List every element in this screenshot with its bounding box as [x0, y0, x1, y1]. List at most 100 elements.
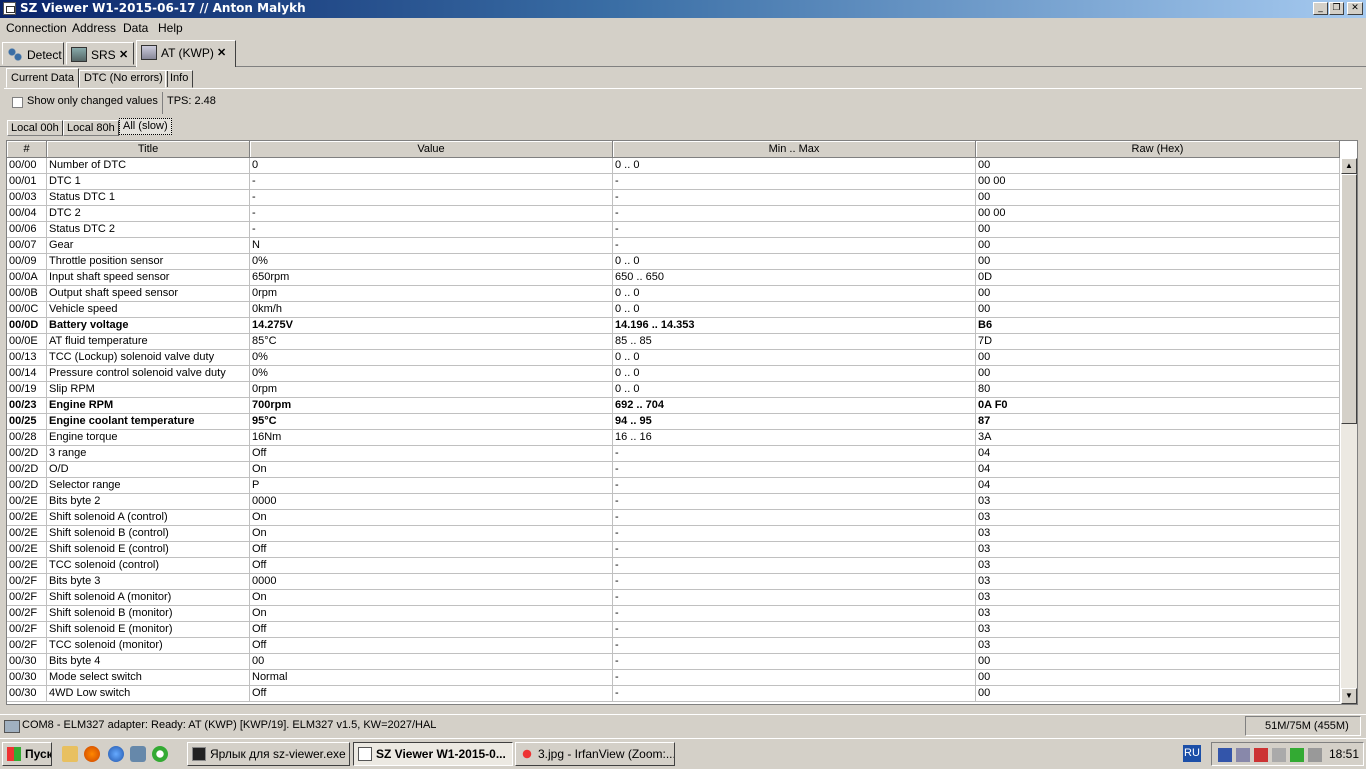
table-row[interactable]: 00/2E Shift solenoid A (control) On -03 — [7, 510, 1340, 526]
ie-icon[interactable] — [108, 746, 124, 762]
table-row[interactable]: 00/14 Pressure control solenoid valve dut… — [7, 366, 1340, 382]
scroll-down-icon[interactable]: ▼ — [1341, 688, 1357, 704]
cell-id: 00/0C — [7, 302, 47, 318]
close-button[interactable]: ✕ — [1347, 2, 1363, 15]
table-row[interactable]: 00/0A Input shaft speed sensor 650rpm 650 .… — [7, 270, 1340, 286]
table-row[interactable]: 00/2E Bits byte 2 0000-03 — [7, 494, 1340, 510]
table-row[interactable]: 00/0D Battery voltage 14.275V 14.196 .. 14.… — [7, 318, 1340, 334]
minimize-button[interactable]: _ — [1313, 2, 1328, 15]
table-row[interactable]: 00/2D Selector range P -04 — [7, 478, 1340, 494]
memory-panel: 51M/75M (455M) — [1245, 716, 1361, 736]
table-row[interactable]: 00/2F Shift solenoid A (monitor) On -03 — [7, 590, 1340, 606]
tray-display-icon[interactable] — [1272, 748, 1286, 762]
start-button[interactable]: Пуск — [2, 742, 52, 766]
cell-raw: 00 — [976, 254, 1340, 270]
table-row[interactable]: 00/0C Vehicle speed 0km/h 0 .. 0 00 — [7, 302, 1340, 318]
table-row[interactable]: 00/01 DTC 1- -00 00 — [7, 174, 1340, 190]
table-row[interactable]: 00/09 Throttle position sensor 0% 0 .. 0 00 — [7, 254, 1340, 270]
scroll-thumb[interactable] — [1341, 174, 1357, 424]
cell-minmax: - — [613, 526, 976, 542]
window-title: SZ Viewer W1-2015-06-17 // Anton Malykh — [20, 1, 306, 15]
col-header-value[interactable]: Value — [250, 141, 613, 158]
cell-value: Off — [250, 622, 613, 638]
table-row[interactable]: 00/19 Slip RPM 0rpm 0 .. 0 80 — [7, 382, 1340, 398]
cell-title: Shift solenoid A (monitor) — [47, 590, 250, 606]
close-tab-srs-icon[interactable]: ✕ — [119, 48, 128, 61]
table-row[interactable]: 00/04 DTC 2- -00 00 — [7, 206, 1340, 222]
show-changed-checkbox[interactable] — [12, 97, 23, 108]
table-row[interactable]: 00/2E Shift solenoid E (control) Off -03 — [7, 542, 1340, 558]
tray-volume-icon[interactable] — [1308, 748, 1322, 762]
table-row[interactable]: 00/00 Number of DTC 0 0 .. 0 00 — [7, 158, 1340, 174]
cell-minmax: - — [613, 622, 976, 638]
cell-raw: 03 — [976, 558, 1340, 574]
cell-value: 85°C — [250, 334, 613, 350]
cell-title: Pressure control solenoid valve duty — [47, 366, 250, 382]
table-row[interactable]: 00/2D O/D On -04 — [7, 462, 1340, 478]
tray-safe-remove-icon[interactable] — [1290, 748, 1304, 762]
explorer-icon[interactable] — [130, 746, 146, 762]
menu-address[interactable]: Address — [72, 21, 116, 35]
table-row[interactable]: 00/23 Engine RPM 700rpm 692 .. 704 0A F0 — [7, 398, 1340, 414]
language-indicator[interactable]: RU — [1183, 745, 1201, 762]
cell-minmax: 0 .. 0 — [613, 158, 976, 174]
table-row[interactable]: 00/06 Status DTC 2- -00 — [7, 222, 1340, 238]
media-player-icon[interactable] — [152, 746, 168, 762]
app-icon[interactable] — [3, 2, 16, 15]
tray-blocked-icon[interactable] — [1254, 748, 1268, 762]
tray-device-icon[interactable] — [1236, 748, 1250, 762]
col-header-id[interactable]: # — [7, 141, 47, 158]
tab-at-kwp[interactable]: AT (KWP) ✕ — [136, 40, 236, 67]
table-row[interactable]: 00/2F Bits byte 3 0000-03 — [7, 574, 1340, 590]
cell-minmax: - — [613, 654, 976, 670]
tray-network-icon[interactable] — [1218, 748, 1232, 762]
cell-title: Bits byte 4 — [47, 654, 250, 670]
table-row[interactable]: 00/30 Mode select switch Normal -00 — [7, 670, 1340, 686]
firefox-icon[interactable] — [84, 746, 100, 762]
table-row[interactable]: 00/2E TCC solenoid (control) Off -03 — [7, 558, 1340, 574]
cell-title: Shift solenoid B (monitor) — [47, 606, 250, 622]
table-row[interactable]: 00/30 Bits byte 4 00-00 — [7, 654, 1340, 670]
data-grid[interactable]: # Title Value Min .. Max Raw (Hex) 00/00… — [6, 140, 1358, 705]
maximize-button[interactable]: ❐ — [1329, 2, 1344, 15]
table-row[interactable]: 00/0B Output shaft speed sensor 0rpm 0 .. 0… — [7, 286, 1340, 302]
table-row[interactable]: 00/2D 3 range Off -04 — [7, 446, 1340, 462]
table-row[interactable]: 00/03 Status DTC 1- -00 — [7, 190, 1340, 206]
cell-value: On — [250, 606, 613, 622]
table-row[interactable]: 00/30 4WD Low switch Off -00 — [7, 686, 1340, 702]
vertical-scrollbar[interactable]: ▲ ▼ — [1341, 158, 1357, 704]
tab-all-slow[interactable]: All (slow) — [119, 118, 172, 135]
tab-local-80h[interactable]: Local 80h — [63, 120, 119, 136]
tab-srs[interactable]: SRS ✕ — [66, 42, 134, 65]
tab-detect[interactable]: Detect — [2, 42, 64, 65]
menu-connection[interactable]: Connection — [6, 21, 67, 35]
table-row[interactable]: 00/0E AT fluid temperature 85°C 85 .. 85 7D — [7, 334, 1340, 350]
cell-value: 0000 — [250, 574, 613, 590]
scroll-up-icon[interactable]: ▲ — [1341, 158, 1357, 174]
tab-dtc[interactable]: DTC (No errors) — [79, 70, 168, 88]
tab-info[interactable]: Info — [165, 70, 194, 88]
table-row[interactable]: 00/2F Shift solenoid E (monitor) Off -03 — [7, 622, 1340, 638]
col-header-minmax[interactable]: Min .. Max — [613, 141, 976, 158]
cell-id: 00/2F — [7, 606, 47, 622]
menu-data[interactable]: Data — [123, 21, 148, 35]
task-sz-viewer[interactable]: SZ Viewer W1-2015-0... — [353, 742, 513, 766]
close-tab-at-icon[interactable]: ✕ — [217, 46, 226, 59]
cell-value: N — [250, 238, 613, 254]
task-irfanview[interactable]: 3.jpg - IrfanView (Zoom:... — [515, 742, 675, 766]
col-header-title[interactable]: Title — [47, 141, 250, 158]
col-header-raw[interactable]: Raw (Hex) — [976, 141, 1340, 158]
cell-raw: 00 — [976, 158, 1340, 174]
table-row[interactable]: 00/25 Engine coolant temperature 95°C 94 ..… — [7, 414, 1340, 430]
task-shortcut[interactable]: Ярлык для sz-viewer.exe — [187, 742, 350, 766]
table-row[interactable]: 00/13 TCC (Lockup) solenoid valve duty 0% 0… — [7, 350, 1340, 366]
table-row[interactable]: 00/07 Gear N -00 — [7, 238, 1340, 254]
tab-current-data[interactable]: Current Data — [6, 68, 79, 88]
menu-help[interactable]: Help — [158, 21, 183, 35]
table-row[interactable]: 00/2F Shift solenoid B (monitor) On -03 — [7, 606, 1340, 622]
table-row[interactable]: 00/2F TCC solenoid (monitor) Off -03 — [7, 638, 1340, 654]
table-row[interactable]: 00/28 Engine torque 16Nm 16 .. 16 3A — [7, 430, 1340, 446]
table-row[interactable]: 00/2E Shift solenoid B (control) On -03 — [7, 526, 1340, 542]
tab-local-00h[interactable]: Local 00h — [7, 120, 63, 136]
folder-icon[interactable] — [62, 746, 78, 762]
